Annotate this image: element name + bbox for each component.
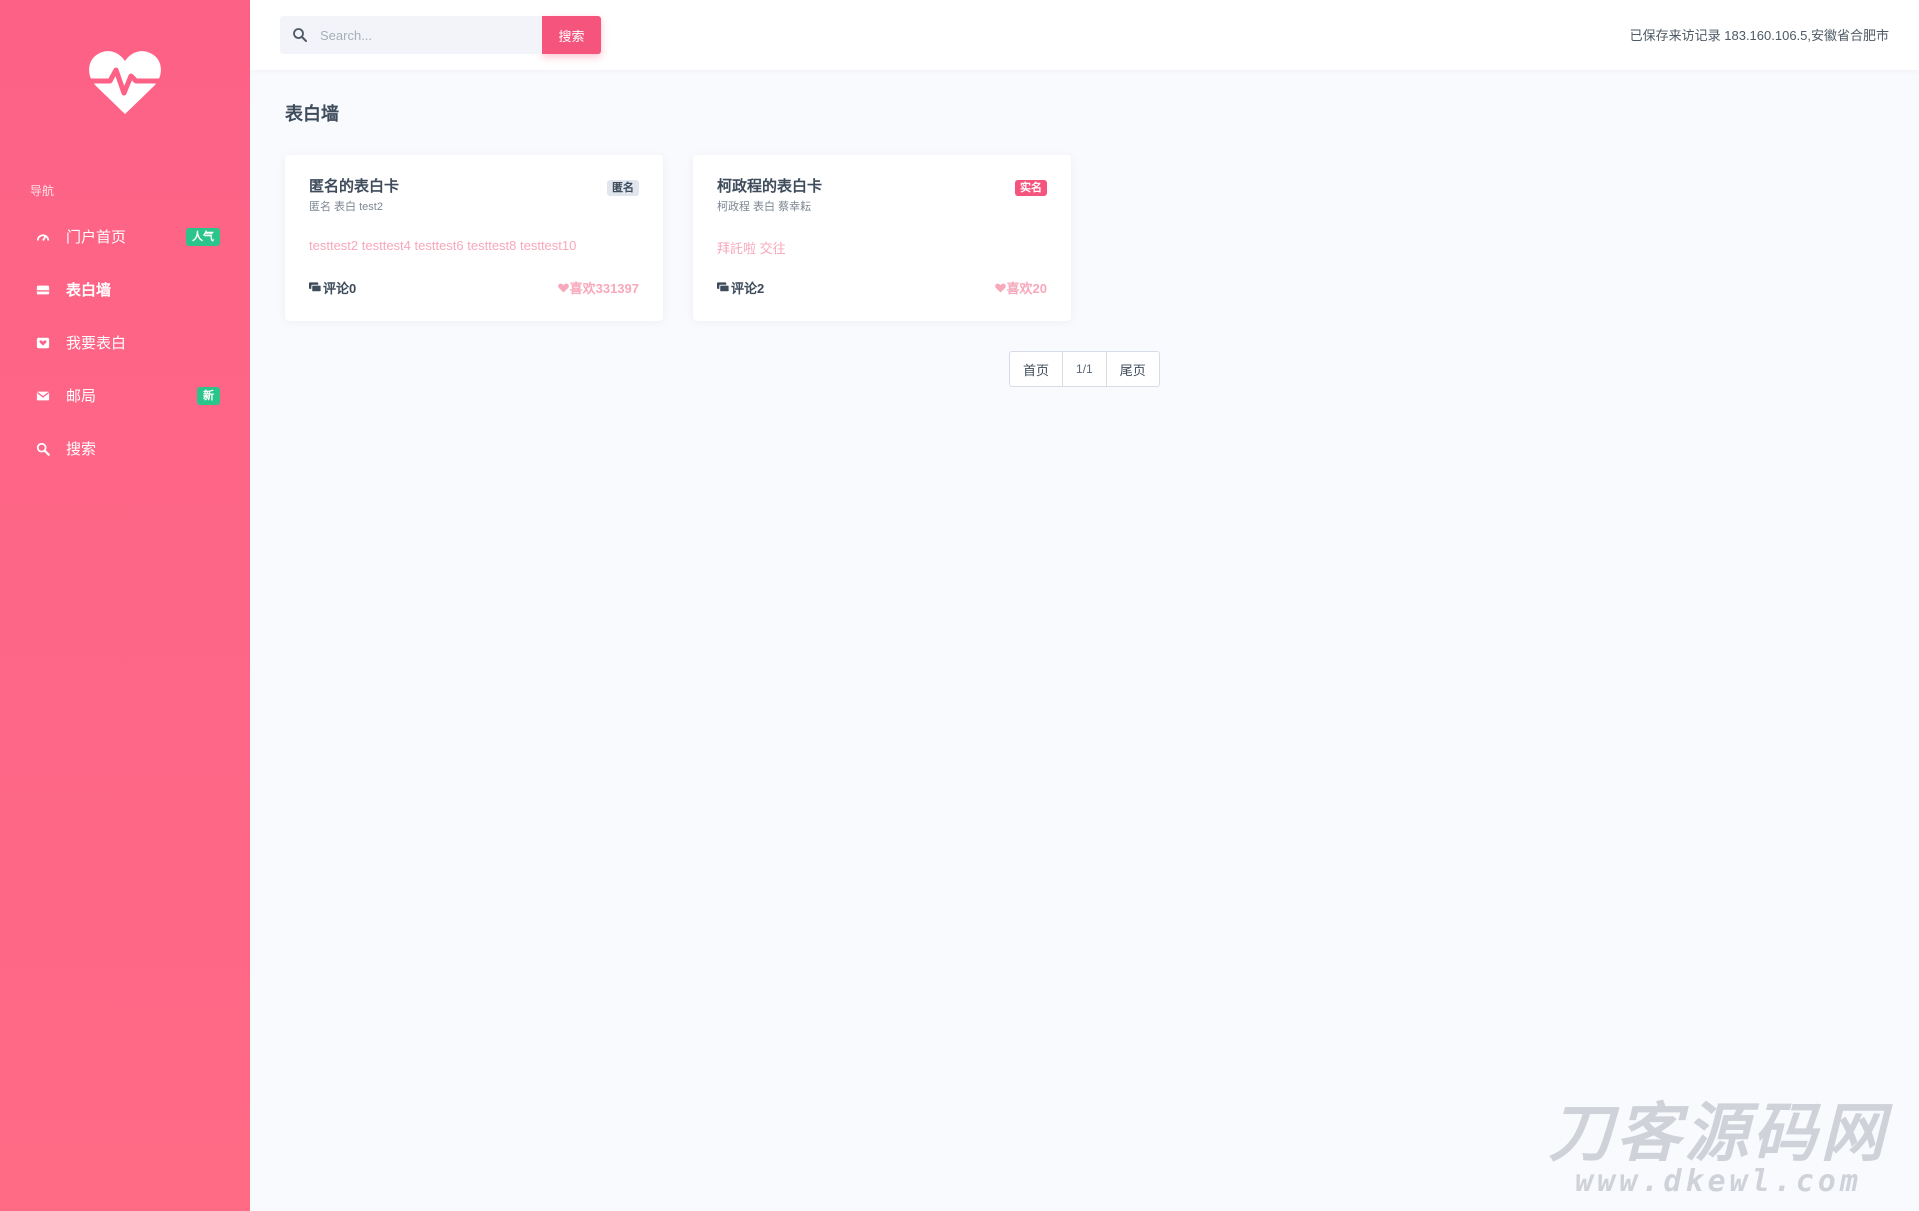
nav-caption: 导航: [30, 184, 55, 198]
card-likes[interactable]: 喜欢331397: [557, 278, 639, 297]
logo[interactable]: [0, 50, 250, 120]
heart-box-icon: [36, 336, 50, 350]
sidebar-item-portal-home[interactable]: 门户首页 人气: [0, 210, 250, 263]
last-page-button[interactable]: 尾页: [1107, 352, 1159, 386]
current-page: 1/1: [1063, 352, 1107, 386]
likes-count: 喜欢331397: [569, 281, 639, 296]
card-footer: 评论2 喜欢20: [717, 278, 1047, 297]
card-title: 柯政程的表白卡: [717, 178, 823, 195]
card-comments[interactable]: 评论2: [717, 278, 764, 297]
card-comments[interactable]: 评论0: [309, 278, 356, 297]
popular-badge: 人气: [186, 227, 220, 246]
watermark-title: 刀客源码网: [1548, 1097, 1889, 1171]
sidebar-nav: 门户首页 人气 表白墙 我要表白 邮局 新 搜索: [0, 210, 250, 475]
card-body: testtest2 testtest4 testtest6 testtest8 …: [309, 238, 577, 253]
first-page-button[interactable]: 首页: [1010, 352, 1064, 386]
sidebar-item-search[interactable]: 搜索: [0, 422, 250, 475]
card-footer: 评论0 喜欢331397: [309, 278, 639, 297]
comments-icon: [717, 281, 730, 292]
topbar: 搜索 已保存来访记录 183.160.106.5,安徽省合肥市: [250, 0, 1919, 70]
page-title: 表白墙: [285, 104, 339, 124]
search-input-wrap: [280, 16, 542, 54]
search-box: 搜索: [280, 16, 601, 54]
wall-icon: [36, 283, 50, 297]
sidebar-item-confess[interactable]: 我要表白: [0, 316, 250, 369]
sidebar-item-wall[interactable]: 表白墙: [0, 263, 250, 316]
card-body: 拜託啦 交往: [717, 241, 786, 256]
sidebar-item-label: 门户首页: [66, 229, 127, 246]
dashboard-icon: [36, 230, 50, 244]
likes-count: 喜欢20: [1006, 281, 1047, 296]
search-input[interactable]: [320, 16, 535, 54]
pagination: 首页 1/1 尾页: [1009, 351, 1160, 387]
watermark-url: www.dkewl.com: [1575, 1164, 1862, 1199]
comments-icon: [309, 281, 322, 292]
visit-record: 已保存来访记录 183.160.106.5,安徽省合肥市: [1629, 28, 1889, 43]
sidebar: 导航 门户首页 人气 表白墙 我要表白 邮局 新 搜索: [0, 0, 250, 1211]
confession-card[interactable]: 柯政程的表白卡 柯政程 表白 蔡幸耘 实名 拜託啦 交往 评论2 喜欢20: [693, 155, 1071, 321]
card-subtitle: 匿名 表白 test2: [309, 201, 383, 213]
card-subtitle: 柯政程 表白 蔡幸耘: [717, 201, 812, 213]
sidebar-item-label: 表白墙: [66, 282, 112, 299]
heart-icon: [994, 283, 1006, 293]
heart-icon: [557, 283, 569, 293]
sidebar-item-label: 我要表白: [66, 335, 127, 352]
confession-card[interactable]: 匿名的表白卡 匿名 表白 test2 匿名 testtest2 testtest…: [285, 155, 663, 321]
search-icon: [36, 442, 50, 456]
comments-count: 评论2: [731, 281, 765, 296]
watermark: 刀客源码网 www.dkewl.com: [1536, 1101, 1901, 1201]
sidebar-item-label: 搜索: [66, 441, 97, 458]
search-icon: [293, 28, 307, 42]
search-button[interactable]: 搜索: [542, 16, 601, 54]
new-badge: 新: [197, 386, 220, 405]
real-name-tag: 实名: [1015, 180, 1047, 196]
mail-icon: [36, 389, 50, 403]
heart-pulse-logo-icon: [88, 51, 162, 114]
card-title: 匿名的表白卡: [309, 178, 400, 195]
app-root: 导航 门户首页 人气 表白墙 我要表白 邮局 新 搜索 Search... 搜索…: [0, 0, 1919, 1211]
sidebar-item-post-office[interactable]: 邮局 新: [0, 369, 250, 422]
anonymous-tag: 匿名: [607, 180, 639, 196]
card-likes[interactable]: 喜欢20: [994, 278, 1047, 297]
comments-count: 评论0: [323, 281, 357, 296]
sidebar-item-label: 邮局: [66, 388, 97, 405]
